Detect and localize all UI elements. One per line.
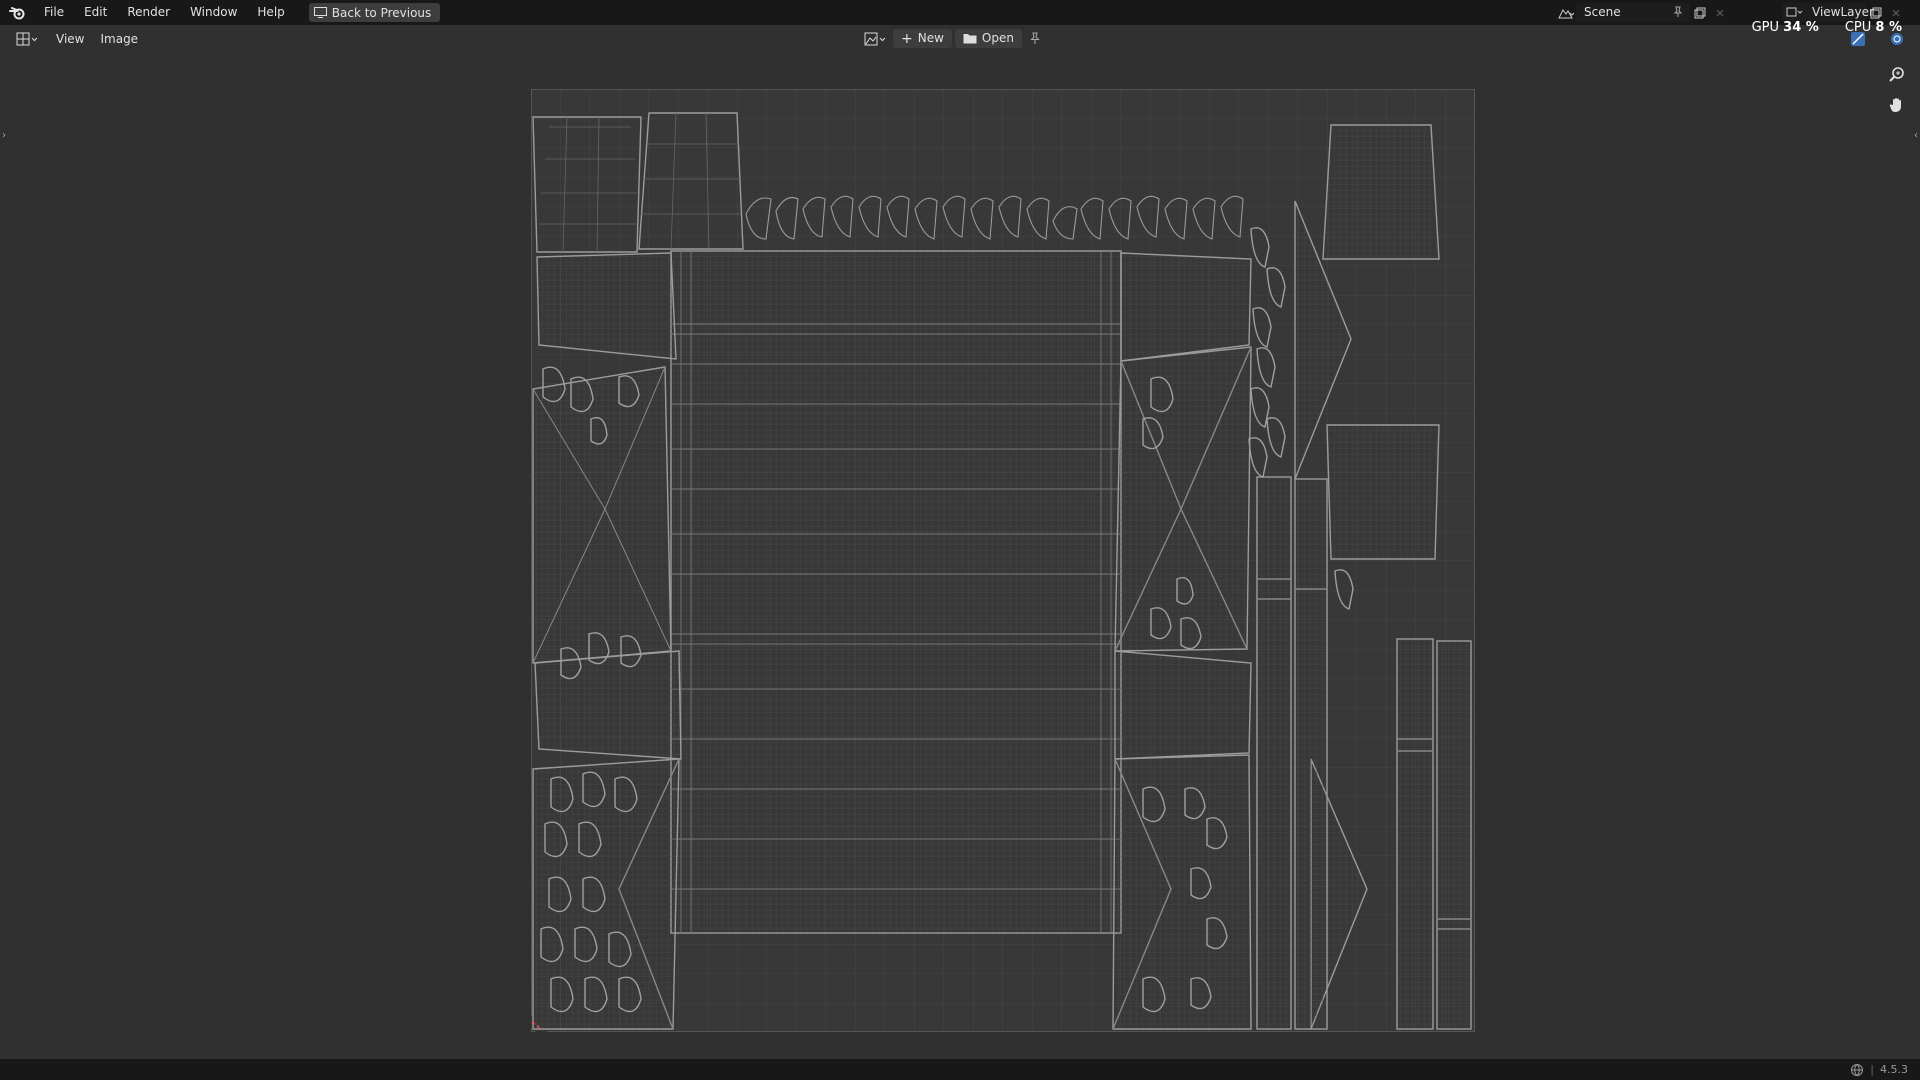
back-to-previous-label: Back to Previous	[331, 5, 432, 20]
cpu-label: CPU	[1844, 20, 1872, 35]
blender-logo-icon[interactable]	[0, 0, 34, 25]
open-image-button[interactable]: Open	[954, 29, 1022, 48]
globe-icon	[1851, 1063, 1864, 1076]
cpu-usage: CPU 8 %	[1845, 20, 1902, 35]
top-menu-bar: File Edit Render Window Help Back to Pre…	[0, 0, 1920, 25]
folder-icon	[963, 34, 977, 44]
view-layer-icon	[1786, 7, 1803, 17]
view-layer-name: ViewLayer	[1812, 5, 1874, 19]
scene-selector[interactable]: Scene	[1556, 3, 1730, 22]
toolbar-expand-icon[interactable]: ›	[2, 130, 6, 141]
new-scene-icon[interactable]	[1690, 3, 1710, 22]
gpu-usage: GPU 34 %	[1752, 20, 1819, 35]
scene-name: Scene	[1584, 5, 1621, 19]
plus-icon: +	[901, 30, 913, 47]
uv-editor-viewport[interactable]: › ‹	[0, 52, 1920, 1059]
hand-pan-icon[interactable]	[1884, 92, 1910, 118]
screen-icon	[313, 7, 327, 18]
menu-render[interactable]: Render	[117, 0, 180, 25]
image-editor-header: View Image + New Open	[0, 25, 1920, 52]
gpu-value: 34 %	[1783, 20, 1819, 35]
delete-scene-icon[interactable]	[1710, 3, 1730, 22]
image-tools: + New Open	[862, 28, 1045, 49]
scene-name-field[interactable]: Scene	[1576, 3, 1690, 22]
menu-window[interactable]: Window	[180, 0, 247, 25]
zoom-icon[interactable]	[1884, 62, 1910, 88]
back-to-previous-button[interactable]: Back to Previous	[308, 3, 441, 22]
menu-view[interactable]: View	[48, 32, 92, 46]
sidebar-expand-icon[interactable]: ‹	[1914, 130, 1918, 141]
performance-stats: GPU 34 % CPU 8 %	[1752, 20, 1902, 35]
cpu-value: 8 %	[1875, 20, 1902, 35]
status-separator: |	[1870, 1063, 1874, 1076]
blender-version: 4.5.3	[1880, 1063, 1908, 1076]
image-browse-icon[interactable]	[862, 29, 890, 48]
menu-help[interactable]: Help	[247, 0, 294, 25]
editor-type-icon[interactable]	[8, 28, 48, 50]
open-image-label: Open	[981, 31, 1014, 45]
pin-icon[interactable]	[1672, 6, 1684, 18]
status-bar: | 4.5.3	[0, 1059, 1920, 1080]
menu-image[interactable]: Image	[92, 32, 146, 46]
menu-edit[interactable]: Edit	[74, 0, 117, 25]
uv-layout-canvas[interactable]	[531, 89, 1475, 1032]
scene-icon[interactable]	[1556, 3, 1576, 22]
new-image-button[interactable]: + New	[893, 29, 952, 48]
pin-image-icon[interactable]	[1025, 29, 1045, 48]
new-image-label: New	[917, 31, 944, 45]
gpu-label: GPU	[1751, 20, 1780, 35]
menu-file[interactable]: File	[34, 0, 74, 25]
